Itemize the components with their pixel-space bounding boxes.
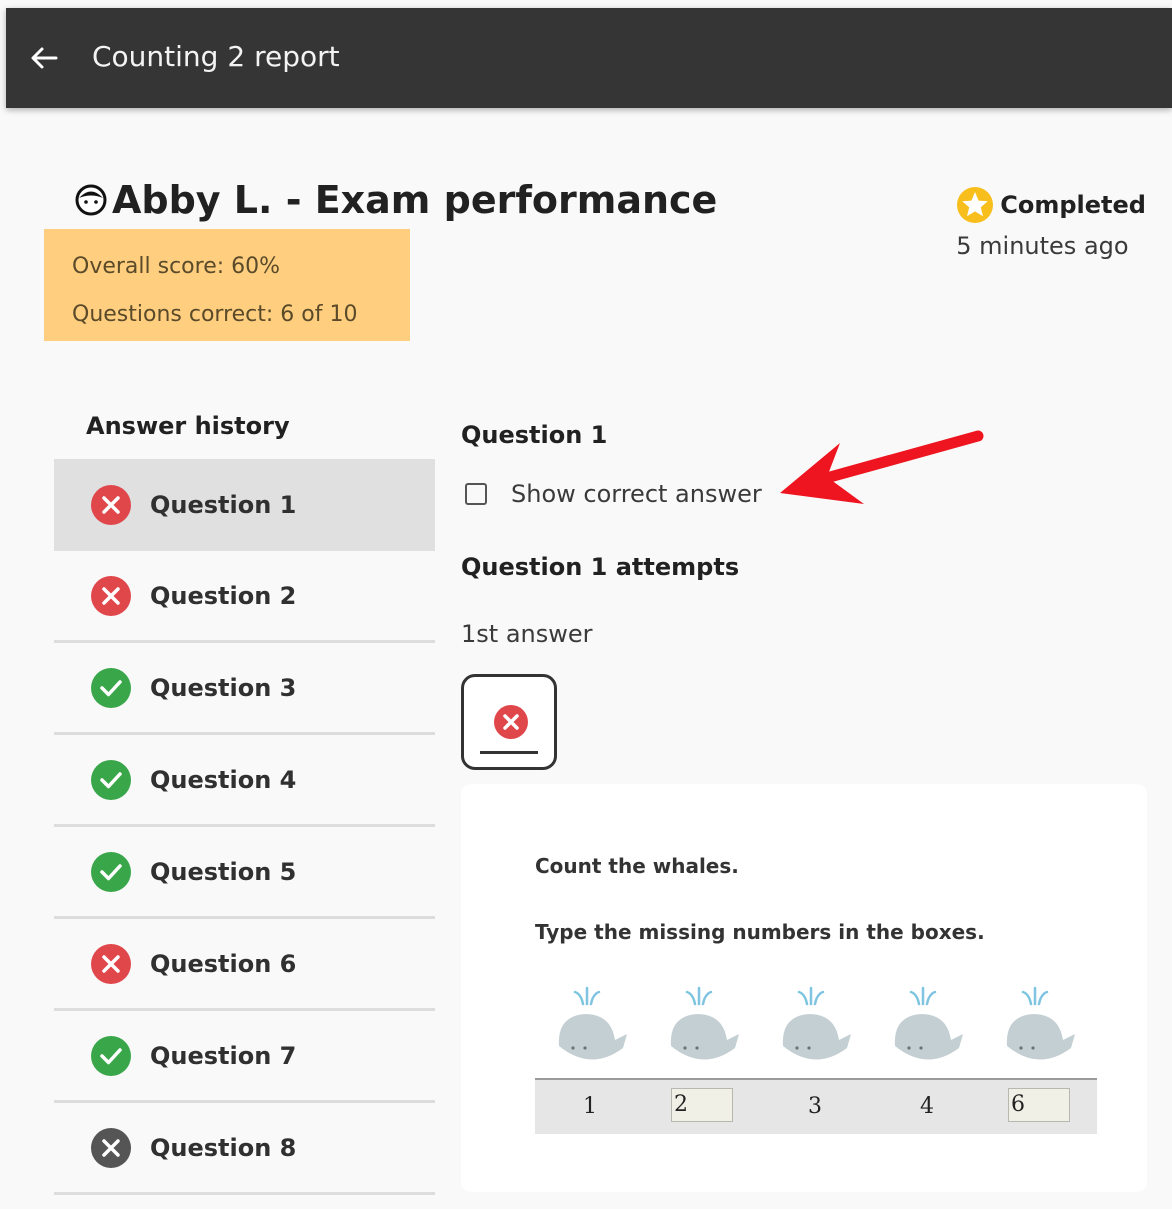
correct-icon	[91, 1035, 131, 1076]
completed-star-icon	[957, 187, 994, 223]
annotation-arrow-icon	[780, 430, 984, 504]
back-arrow-icon[interactable]	[24, 38, 64, 78]
history-item-question-4[interactable]: Question 4	[54, 735, 435, 827]
history-item-question-2[interactable]: Question 2	[54, 551, 435, 643]
status-time: 5 minutes ago	[956, 232, 1129, 260]
score-summary: Overall score: 60% Questions correct: 6 …	[44, 229, 410, 341]
show-correct-answer-label: Show correct answer	[511, 480, 762, 508]
history-item-question-6[interactable]: Question 6	[54, 919, 435, 1011]
history-item-question-1[interactable]: Question 1	[54, 459, 435, 551]
history-item-label: Question 3	[150, 673, 297, 702]
learner-header: Abby L. - Exam performance	[74, 178, 717, 222]
whale-icon	[1006, 986, 1075, 1060]
history-item-label: Question 6	[150, 949, 297, 978]
incorrect-icon	[91, 575, 131, 616]
correct-icon	[91, 667, 131, 708]
attempt-label: 1st answer	[461, 620, 593, 648]
correct-icon	[91, 851, 131, 892]
whale-icon	[782, 986, 851, 1060]
history-item-label: Question 4	[150, 765, 297, 794]
question-instruction: Type the missing numbers in the boxes.	[535, 920, 985, 944]
question-content-card: Count the whales. Type the missing numbe…	[461, 784, 1147, 1192]
history-item-question-3[interactable]: Question 3	[54, 643, 435, 735]
incorrect-icon	[91, 943, 131, 984]
history-item-label: Question 1	[150, 491, 297, 519]
selected-underline	[480, 751, 538, 754]
show-correct-answer-toggle[interactable]: Show correct answer	[465, 480, 762, 508]
history-item-question-7[interactable]: Question 7	[54, 1011, 435, 1103]
question-title: Question 1	[461, 421, 608, 449]
app-title: Counting 2 report	[92, 40, 340, 73]
history-item-label: Question 8	[150, 1133, 297, 1162]
history-item-question-5[interactable]: Question 5	[54, 827, 435, 919]
history-item-label: Question 2	[150, 581, 297, 610]
learner-face-icon	[75, 184, 107, 216]
number-label: 3	[808, 1094, 822, 1119]
answer-history-title: Answer history	[86, 412, 290, 440]
correct-icon	[91, 759, 131, 800]
status-label: Completed	[1000, 191, 1146, 219]
answer-history-list: Question 1 Question 2 Question 3 Questio…	[54, 459, 435, 1195]
unanswered-icon	[91, 1127, 131, 1168]
number-label: 4	[920, 1094, 934, 1119]
incorrect-icon	[91, 485, 131, 525]
whales-illustration: 1 2 3 4 6	[535, 984, 1097, 1134]
app-bar: Counting 2 report	[6, 8, 1172, 108]
attempts-title: Question 1 attempts	[461, 553, 740, 581]
questions-correct: Questions correct: 6 of 10	[72, 302, 358, 327]
missing-number-input[interactable]: 2	[671, 1088, 733, 1122]
overall-score: Overall score: 60%	[72, 254, 281, 279]
history-item-label: Question 7	[150, 1041, 297, 1070]
whale-icon	[670, 986, 739, 1060]
history-item-question-8[interactable]: Question 8	[54, 1103, 435, 1195]
question-instruction: Count the whales.	[535, 854, 739, 878]
incorrect-icon	[494, 705, 528, 739]
number-row: 1 2 3 4 6	[535, 1078, 1097, 1134]
whale-icon	[558, 986, 627, 1060]
page-title: Abby L. - Exam performance	[112, 178, 718, 222]
history-item-label: Question 5	[150, 857, 297, 886]
status-block: Completed 5 minutes ago	[956, 186, 1146, 260]
show-correct-answer-checkbox[interactable]	[465, 483, 487, 505]
attempt-1-button[interactable]	[461, 674, 557, 770]
whale-icon	[894, 986, 963, 1060]
number-label: 1	[583, 1094, 597, 1119]
missing-number-input[interactable]: 6	[1008, 1088, 1070, 1122]
